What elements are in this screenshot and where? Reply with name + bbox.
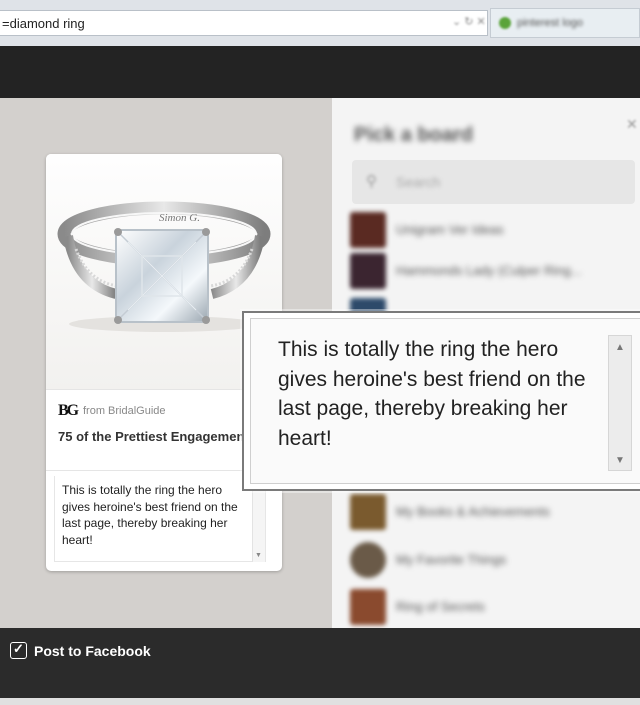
search-icon: ⚲ bbox=[366, 173, 377, 190]
tab-label: pinterest logo bbox=[517, 17, 584, 29]
board-item[interactable]: My Favorite Things bbox=[350, 542, 640, 580]
board-item[interactable]: Hammonds Lady (Culper Ring... bbox=[350, 253, 640, 291]
bridalguide-logo: BG bbox=[58, 402, 79, 419]
pin-source[interactable]: from BridalGuide bbox=[83, 405, 166, 417]
page-header-overlay bbox=[0, 46, 640, 98]
ring-engraving: Simon G. bbox=[159, 212, 200, 224]
zoomed-description-text: This is totally the ring the hero gives … bbox=[278, 338, 586, 450]
browser-tab[interactable]: pinterest logo bbox=[490, 8, 640, 38]
pick-board-title: Pick a board bbox=[354, 124, 473, 146]
pin-description-text: This is totally the ring the hero gives … bbox=[62, 483, 238, 547]
modal-footer bbox=[0, 628, 640, 705]
browser-status-strip bbox=[0, 698, 640, 705]
address-bar[interactable]: =diamond ring bbox=[0, 10, 488, 36]
checkmark-icon: ✓ bbox=[13, 641, 24, 656]
board-search-placeholder: Search bbox=[396, 174, 441, 190]
zoomed-scrollbar[interactable]: ▲ ▼ bbox=[608, 335, 632, 471]
address-text: =diamond ring bbox=[2, 16, 85, 31]
board-name: My Favorite Things bbox=[396, 552, 507, 567]
close-icon[interactable]: ✕ bbox=[626, 116, 638, 133]
scroll-down-icon[interactable]: ▼ bbox=[255, 552, 262, 559]
board-thumbnail bbox=[350, 542, 386, 578]
board-thumbnail bbox=[350, 212, 386, 248]
board-item[interactable]: Unigram Ver Ideas bbox=[350, 212, 640, 250]
browser-toolbar: =diamond ring ⌄ ↻ ✕ pinterest logo bbox=[0, 0, 640, 46]
address-controls[interactable]: ⌄ ↻ ✕ bbox=[452, 15, 486, 28]
scroll-down-icon[interactable]: ▼ bbox=[615, 455, 625, 466]
tab-favicon-icon bbox=[499, 17, 511, 29]
board-thumbnail bbox=[350, 589, 386, 625]
board-name: Unigram Ver Ideas bbox=[396, 222, 504, 237]
board-search-input[interactable]: ⚲ Search bbox=[352, 160, 635, 204]
board-item[interactable]: Ring of Secrets bbox=[350, 589, 640, 627]
post-facebook-label[interactable]: Post to Facebook bbox=[34, 643, 151, 659]
board-name: Ring of Secrets bbox=[396, 599, 485, 614]
board-thumbnail bbox=[350, 253, 386, 289]
board-thumbnail bbox=[350, 494, 386, 530]
scroll-up-icon[interactable]: ▲ bbox=[615, 342, 625, 353]
pin-description-field[interactable]: This is totally the ring the hero gives … bbox=[54, 476, 266, 562]
zoomed-description: This is totally the ring the hero gives … bbox=[242, 311, 640, 491]
board-name: My Books & Achievements bbox=[396, 504, 550, 519]
post-facebook-checkbox[interactable]: ✓ bbox=[10, 641, 27, 659]
board-item[interactable]: My Books & Achievements bbox=[350, 494, 640, 532]
board-name: Hammonds Lady (Culper Ring... bbox=[396, 263, 582, 278]
